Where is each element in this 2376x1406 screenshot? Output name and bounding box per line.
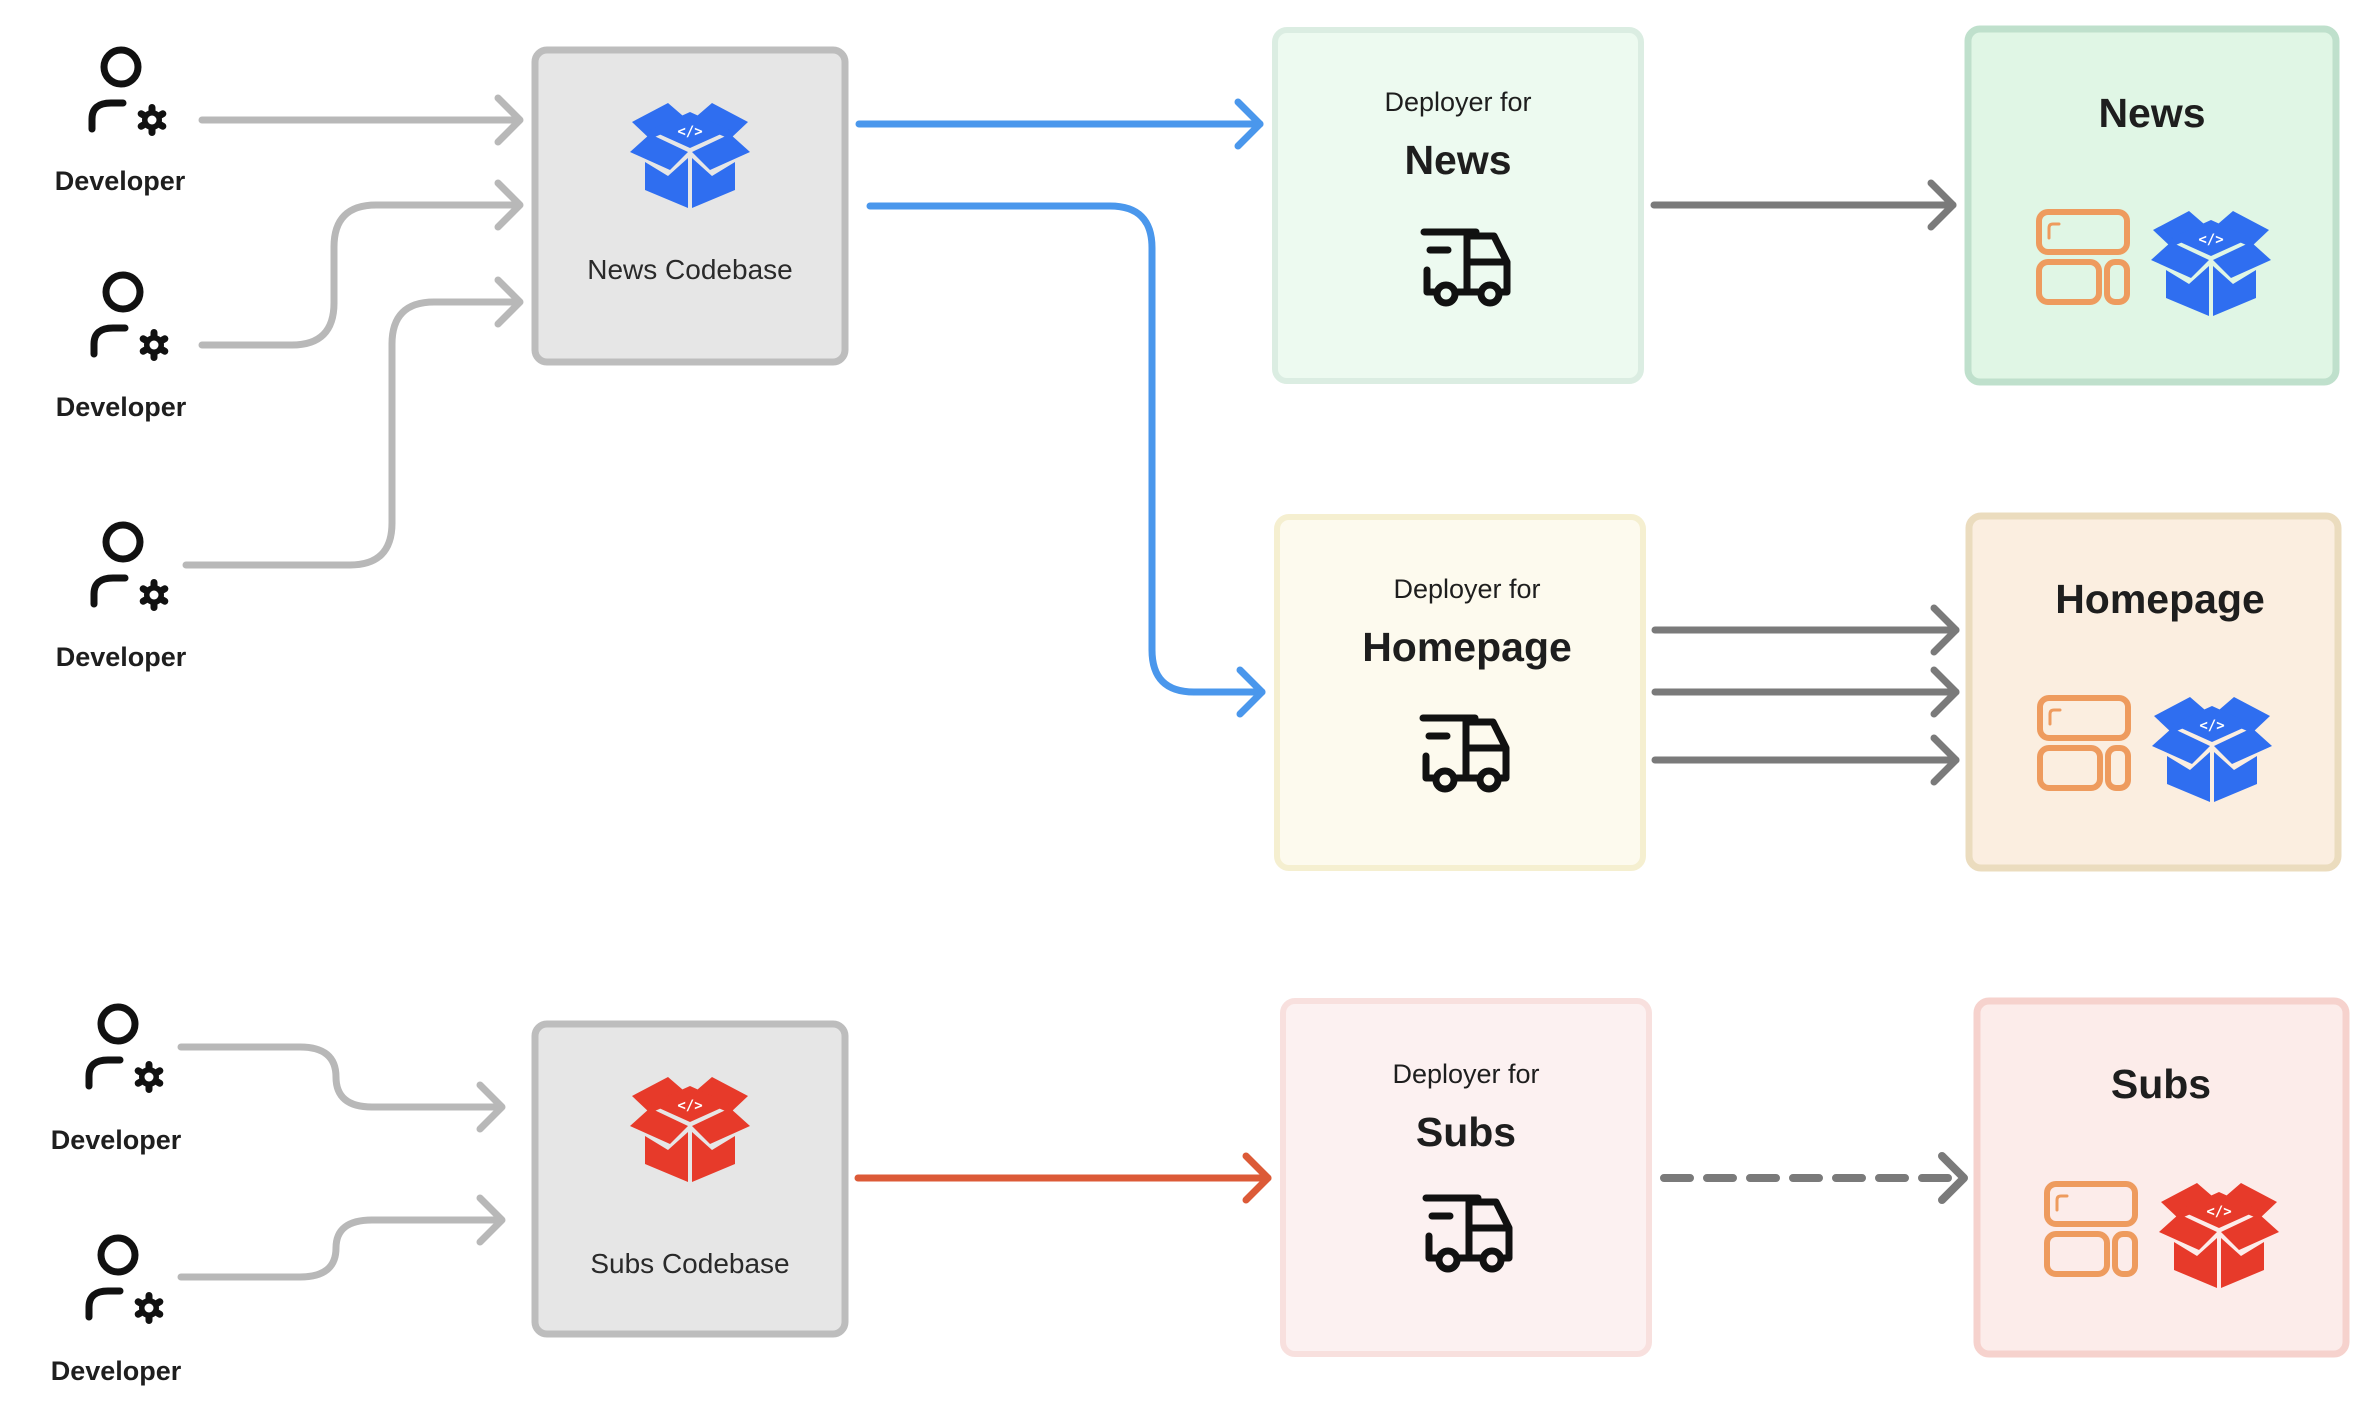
developer-1: Developer — [55, 50, 186, 196]
arrow-news-codebase-to-deployer-news — [855, 98, 1264, 150]
deployer-name: Subs — [1416, 1109, 1516, 1155]
developer-icon — [94, 525, 170, 611]
developer-5: Developer — [51, 1238, 182, 1386]
developer-label: Developer — [55, 166, 186, 196]
arrow-deployer-news-to-app-news — [1650, 179, 1957, 231]
codebase-label: News Codebase — [587, 254, 792, 285]
arrow-subs-codebase-to-deployer-subs — [854, 1152, 1272, 1204]
developer-label: Developer — [51, 1356, 182, 1386]
developer-label: Developer — [51, 1125, 182, 1155]
subs-codebase[interactable]: Subs Codebase — [531, 1020, 849, 1338]
deployer-subs[interactable]: Deployer for Subs — [1280, 998, 1652, 1357]
arrow-developer-5-to-subs-codebase — [177, 1194, 506, 1281]
developer-label: Developer — [56, 392, 187, 422]
arrow-deployer-subs-to-app-subs-dashed — [1660, 1152, 1968, 1204]
arrow-news-codebase-to-deployer-homepage — [866, 202, 1266, 718]
deployer-name: Homepage — [1362, 624, 1572, 670]
app-subs[interactable]: Subs — [1973, 997, 2350, 1358]
deployer-news[interactable]: Deployer for News — [1272, 27, 1644, 384]
architecture-diagram: </> — [51, 25, 2350, 1386]
app-name: News — [2098, 90, 2205, 136]
deployer-prefix: Deployer for — [1384, 87, 1531, 117]
arrow-developer-3-to-news-codebase — [182, 276, 524, 569]
app-name: Subs — [2111, 1061, 2211, 1107]
developer-4: Developer — [51, 1007, 182, 1155]
developer-icon — [89, 1007, 165, 1093]
deployer-prefix: Deployer for — [1393, 574, 1540, 604]
arrow-developer-4-to-subs-codebase — [177, 1043, 506, 1133]
app-name: Homepage — [2055, 576, 2265, 622]
arrow-developer-1-to-news-codebase — [198, 94, 524, 146]
developer-2: Developer — [56, 275, 187, 422]
connections — [177, 94, 1968, 1281]
developer-icon — [94, 275, 170, 361]
developer-label: Developer — [56, 642, 187, 672]
news-codebase[interactable]: News Codebase — [531, 46, 849, 366]
deployer-prefix: Deployer for — [1392, 1059, 1539, 1089]
codebase-label: Subs Codebase — [590, 1248, 789, 1279]
developer-3: Developer — [56, 525, 187, 672]
deployer-name: News — [1404, 137, 1511, 183]
app-news[interactable]: News — [1964, 25, 2340, 386]
app-homepage[interactable]: Homepage — [1965, 512, 2342, 872]
developer-icon — [92, 50, 168, 136]
developer-icon — [89, 1238, 165, 1324]
arrow-developer-2-to-news-codebase — [198, 179, 524, 349]
deployer-homepage[interactable]: Deployer for Homepage — [1274, 514, 1646, 871]
arrows-deployer-homepage-to-app-homepage — [1651, 604, 1960, 786]
